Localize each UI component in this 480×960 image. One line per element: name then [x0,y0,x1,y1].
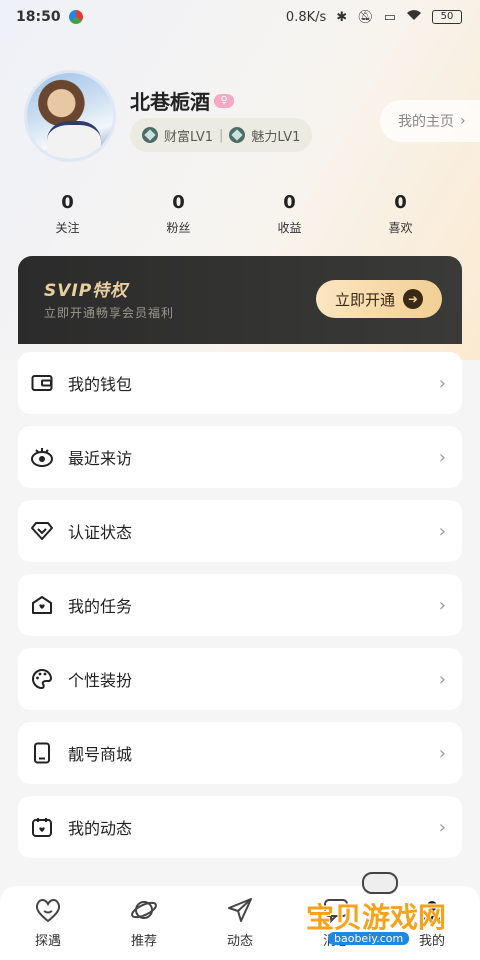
sim-icon: ▭ [383,9,396,25]
battery-icon: 50 [432,10,462,24]
menu-item-wallet[interactable]: 我的钱包 › [18,352,462,414]
menu-label: 个性装扮 [68,671,133,690]
diamond-icon [30,519,54,543]
stats-row: 0 关注 0 粉丝 0 收益 0 喜欢 [0,192,480,236]
menu-label: 我的钱包 [68,375,133,394]
profile-icon [418,896,446,924]
my-homepage-button[interactable]: 我的主页 › [380,100,480,142]
menu-item-tasks[interactable]: 我的任务 › [18,574,462,636]
bottom-nav: 探遇 推荐 动态 消息 我的 [0,886,480,960]
menu-label: 最近来访 [68,449,133,468]
menu-item-verification[interactable]: 认证状态 › [18,500,462,562]
stat-value: 0 [394,192,407,213]
svip-title: SVIP特权 [44,281,129,301]
chevron-right-icon: › [438,742,446,764]
stat-value: 0 [283,192,296,213]
chevron-right-icon: › [460,113,466,129]
mute-icon: 🔕︎ [357,9,374,25]
level-divider: | [218,127,224,143]
stat-value: 0 [61,192,74,213]
username: 北巷栀酒 ♀ [130,86,234,115]
chevron-right-icon: › [438,446,446,468]
menu-item-number-shop[interactable]: 靓号商城 › [18,722,462,784]
menu-label: 靓号商城 [68,745,133,764]
username-text: 北巷栀酒 [130,90,210,114]
homepage-label: 我的主页 [398,114,454,130]
svip-card[interactable]: SVIP特权 立即开通畅享会员福利 立即开通 ➜ [18,256,462,344]
nav-label: 推荐 [130,934,157,949]
chevron-right-icon: › [438,594,446,616]
stat-earnings[interactable]: 0 收益 [234,192,345,236]
gender-female-icon: ♀ [214,93,234,108]
calendar-icon [30,815,54,839]
eye-icon [30,445,54,469]
stat-fans[interactable]: 0 粉丝 [123,192,234,236]
stat-likes[interactable]: 0 喜欢 [345,192,456,236]
status-bar: 18:50 0.8K/s ✱ 🔕︎ ▭ 50 [0,0,480,34]
menu-label: 认证状态 [68,523,133,542]
menu-item-my-posts[interactable]: 我的动态 › [18,796,462,858]
nav-tab-moments[interactable]: 动态 [192,886,288,960]
stat-label: 收益 [277,221,302,235]
charm-level-label: 魅力LV1 [251,129,301,145]
wallet-icon [30,371,54,395]
planet-icon [130,896,158,924]
menu-label: 我的任务 [68,597,133,616]
stat-following[interactable]: 0 关注 [12,192,123,236]
phone-icon [30,741,54,765]
task-icon [30,593,54,617]
nav-tab-messages[interactable]: 消息 [288,886,384,960]
svip-subtitle: 立即开通畅享会员福利 [44,306,175,320]
heart-icon [34,896,62,924]
send-icon [226,896,254,924]
menu-label: 我的动态 [68,819,133,838]
nav-label: 我的 [418,934,445,949]
message-icon [322,896,350,924]
menu-item-dress-up[interactable]: 个性装扮 › [18,648,462,710]
stat-label: 喜欢 [388,221,413,235]
level-badges[interactable]: 财富LV1 | 魅力LV1 [130,118,313,152]
network-speed: 0.8K/s [285,9,327,25]
nav-tab-explore[interactable]: 探遇 [0,886,96,960]
open-svip-label: 立即开通 [334,290,395,309]
nav-tab-mine[interactable]: 我的 [384,886,480,960]
wealth-level-label: 财富LV1 [164,129,213,145]
chevron-right-icon: › [438,520,446,542]
bluetooth-icon: ✱ [336,9,348,25]
chevron-right-icon: › [438,816,446,838]
stat-value: 0 [172,192,185,213]
arrow-right-icon: ➜ [403,289,423,309]
charm-level-icon [229,127,246,143]
palette-icon [30,667,54,691]
nav-label: 动态 [226,934,253,949]
stat-label: 粉丝 [166,221,191,235]
stat-label: 关注 [55,221,80,235]
chevron-right-icon: › [438,668,446,690]
wifi-icon [406,9,422,25]
avatar[interactable] [24,70,116,162]
chevron-right-icon: › [438,372,446,394]
menu-item-recent-visitors[interactable]: 最近来访 › [18,426,462,488]
open-svip-button[interactable]: 立即开通 ➜ [316,280,442,318]
nav-label: 探遇 [34,934,61,949]
app-notification-icon [68,10,83,24]
nav-tab-recommend[interactable]: 推荐 [96,886,192,960]
wealth-level-icon [142,127,158,143]
status-time: 18:50 [16,9,61,25]
nav-label: 消息 [322,934,349,949]
